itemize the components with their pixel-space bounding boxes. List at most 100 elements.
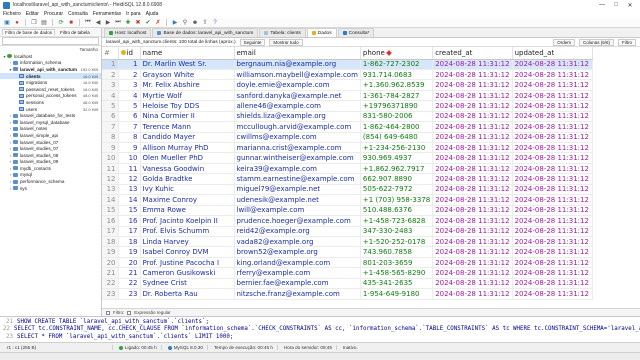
table-row[interactable]: 21 21 Cameron Gusikowski rferry@example.com… <box>102 267 593 279</box>
cell-name[interactable]: Cameron Gusikowski <box>140 267 235 279</box>
cell-id[interactable]: 22 <box>118 278 141 290</box>
cell-id[interactable]: 16 <box>118 215 141 227</box>
tab-table-filter[interactable]: Filtro de tabela <box>58 30 92 35</box>
column-header-rownum[interactable]: # <box>102 47 119 60</box>
cell-id[interactable]: 2 <box>118 69 141 81</box>
tree-item[interactable]: ▾ laravel_api_with_sanctum 192.0 KiB <box>0 66 101 73</box>
search-icon[interactable]: ⚲ <box>181 19 189 27</box>
tree-item[interactable]: › mysql <box>0 172 101 179</box>
cell-created-at[interactable]: 2024-08-28 11:31:12 <box>432 121 513 133</box>
cell-created-at[interactable]: 2024-08-28 11:31:12 <box>432 215 513 227</box>
cell-name[interactable]: Allison Murray PhD <box>140 142 235 154</box>
table-row[interactable]: 16 16 Prof. Jacinto Koelpin II prudence.hoe… <box>102 215 593 227</box>
table-row[interactable]: 22 22 Sydnee Crist bernier.fae@example.com 4… <box>102 278 593 290</box>
table-row[interactable]: 6 6 Nina Cormier II shields.liza@example.or… <box>102 111 593 123</box>
paste-icon[interactable]: ▤ <box>40 19 48 27</box>
cell-phone[interactable]: 743.960.7858 <box>360 246 434 258</box>
table-row[interactable]: 17 17 Prof. Elvis Schumm reid42@example.org… <box>102 226 593 237</box>
table-row[interactable]: 9 9 Allison Murray PhD marianna.crist@examp… <box>102 142 593 154</box>
tab-0[interactable]: Host: localhost <box>104 28 152 37</box>
menu-tools[interactable]: Ferramentas <box>93 11 121 17</box>
cell-name[interactable]: Emma Rowe <box>140 205 235 217</box>
cell-id[interactable]: 15 <box>118 205 141 217</box>
cell-id[interactable]: 20 <box>118 257 141 269</box>
menu-query[interactable]: Consulta <box>68 11 88 17</box>
tree-item[interactable]: clients 16.0 KiB <box>0 72 101 80</box>
insert-row-icon[interactable]: ✚ <box>124 19 132 27</box>
table-row[interactable]: 18 18 Linda Harvey vada82@example.org +1-520… <box>102 236 593 248</box>
cell-name[interactable]: Maxime Conroy <box>140 194 235 206</box>
post-icon[interactable]: ✔ <box>144 19 152 27</box>
tree-item[interactable]: › laravel_notes <box>0 126 101 133</box>
cell-id[interactable]: 17 <box>118 226 141 237</box>
column-header-phone[interactable]: phone <box>360 47 434 60</box>
cell-phone[interactable]: +1-234-256-2130 <box>360 142 434 154</box>
cell-email[interactable]: bergnaum.nia@example.org <box>234 59 361 70</box>
cell-phone[interactable]: 662.907.8890 <box>360 173 434 185</box>
cell-phone[interactable]: 1-954-649-9180 <box>360 288 434 300</box>
cell-name[interactable]: Prof. Elvis Schumm <box>140 226 235 237</box>
cell-updated-at[interactable]: 2024-08-28 11:31:12 <box>512 121 593 133</box>
cancel-icon[interactable]: ✗ <box>154 19 162 27</box>
prev-record-icon[interactable]: ◀ <box>94 19 102 27</box>
cell-updated-at[interactable]: 2024-08-28 11:31:12 <box>512 111 593 123</box>
sort-button[interactable]: Ordem <box>553 38 575 46</box>
menu-help[interactable]: Ajuda <box>146 11 159 17</box>
cell-id[interactable]: 10 <box>118 152 141 164</box>
cell-email[interactable]: bernier.fae@example.com <box>234 278 361 290</box>
tree-item[interactable]: users 32.0 KiB <box>0 106 101 113</box>
tree-item[interactable]: › laravel_simple_api <box>0 132 101 139</box>
cell-phone[interactable]: 1-862-727-2302 <box>360 59 434 70</box>
cell-created-at[interactable]: 2024-08-28 11:31:12 <box>432 142 513 154</box>
cell-updated-at[interactable]: 2024-08-28 11:31:12 <box>512 288 593 300</box>
cell-created-at[interactable]: 2024-08-28 11:31:12 <box>432 111 513 123</box>
last-record-icon[interactable]: ⏭ <box>114 19 122 27</box>
cell-id[interactable]: 18 <box>118 236 141 248</box>
cell-created-at[interactable]: 2024-08-28 11:31:12 <box>432 132 513 144</box>
cell-id[interactable]: 21 <box>118 267 141 279</box>
cell-updated-at[interactable]: 2024-08-28 11:31:12 <box>512 90 593 102</box>
cell-name[interactable]: Golda Bradtke <box>140 173 235 185</box>
cell-updated-at[interactable]: 2024-08-28 11:31:12 <box>512 69 593 81</box>
cell-created-at[interactable]: 2024-08-28 11:31:12 <box>432 173 513 185</box>
cell-email[interactable]: doyle.emie@example.com <box>234 79 361 91</box>
column-header-created-at[interactable]: created_at <box>432 47 513 60</box>
cell-updated-at[interactable]: 2024-08-28 11:31:12 <box>512 173 593 185</box>
cell-created-at[interactable]: 2024-08-28 11:31:12 <box>432 152 513 164</box>
cell-email[interactable]: udenesik@example.net <box>234 194 361 206</box>
cell-phone[interactable]: 930.969.4937 <box>360 152 434 164</box>
tree-item[interactable]: › mydb_contacts <box>0 165 101 172</box>
cell-id[interactable]: 7 <box>118 121 141 133</box>
tree-item[interactable]: migrations 16.0 KiB <box>0 79 101 86</box>
cell-id[interactable]: 23 <box>118 288 141 300</box>
cell-updated-at[interactable]: 2024-08-28 11:31:12 <box>512 100 593 112</box>
cell-name[interactable]: Nina Cormier II <box>140 111 235 123</box>
table-row[interactable]: 14 14 Maxime Conroy udenesik@example.net +1 … <box>102 194 593 206</box>
filter-close-icon[interactable] <box>106 310 110 315</box>
cell-phone[interactable]: 1-361-784-2827 <box>360 90 434 102</box>
tree-item[interactable]: › laravel_studies_09 <box>0 159 101 166</box>
columns-button[interactable]: Colunas (6/6) <box>578 38 614 46</box>
cell-phone[interactable]: +1-458-565-8290 <box>360 267 434 279</box>
tab-database-filter[interactable]: Filtro de base de dados <box>2 29 56 35</box>
cell-updated-at[interactable]: 2024-08-28 11:31:12 <box>512 152 593 164</box>
cell-created-at[interactable]: 2024-08-28 11:31:12 <box>432 90 513 102</box>
cell-phone[interactable]: (854) 649-6480 <box>360 132 434 144</box>
cell-phone[interactable]: +1 (703) 958-3378 <box>360 194 434 206</box>
cell-email[interactable]: reid42@example.org <box>234 226 361 237</box>
cell-name[interactable]: Prof. Jacinto Koelpin II <box>140 215 235 227</box>
session-manager-icon[interactable]: ▣ <box>3 19 11 27</box>
user-manager-icon[interactable]: ☻ <box>191 19 199 27</box>
minimize-icon[interactable]: — <box>595 2 609 8</box>
table-row[interactable]: 11 11 Vanessa Goodwin keira39@example.com +1… <box>102 163 593 175</box>
cell-email[interactable]: rferry@example.com <box>234 267 361 279</box>
cell-updated-at[interactable]: 2024-08-28 11:31:12 <box>512 163 593 175</box>
next-record-icon[interactable]: ▶ <box>104 19 112 27</box>
cell-updated-at[interactable]: 2024-08-28 11:31:12 <box>512 215 593 227</box>
refresh-icon[interactable]: ⟳ <box>57 19 65 27</box>
cell-name[interactable]: Grayson White <box>140 69 235 81</box>
cell-name[interactable]: Candido Mayer <box>140 132 235 144</box>
tab-1[interactable]: Base de dados: laravel_api_with_sanctum <box>152 28 259 37</box>
cell-name[interactable]: Dr. Roberta Rau <box>140 288 235 300</box>
cell-email[interactable]: keira39@example.com <box>234 163 361 175</box>
